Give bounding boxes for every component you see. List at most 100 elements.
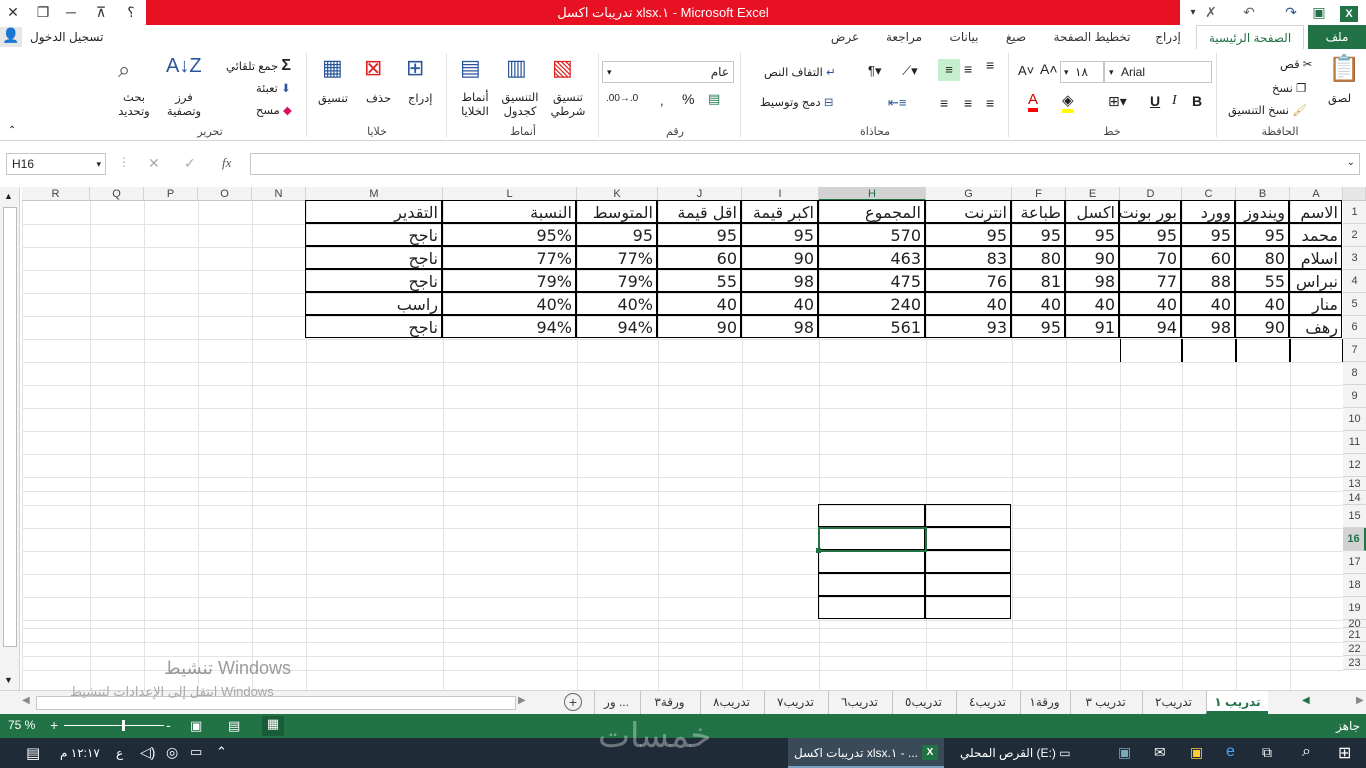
bordered-cell[interactable] xyxy=(925,550,1011,573)
table-cell[interactable]: ناجح xyxy=(305,223,442,246)
row-header[interactable]: 5 xyxy=(1343,293,1366,316)
bordered-cell[interactable] xyxy=(1290,339,1343,362)
table-cell[interactable]: 98 xyxy=(1065,269,1119,292)
row-header[interactable]: 21 xyxy=(1343,628,1366,642)
sheet-tab[interactable]: تدريب٨ xyxy=(700,691,762,714)
table-cell[interactable]: 81 xyxy=(1011,269,1065,292)
align-left-icon[interactable]: ≡ xyxy=(986,95,994,111)
table-header-cell[interactable]: وورد xyxy=(1181,200,1235,223)
search-icon[interactable]: ⌕ xyxy=(1302,743,1311,761)
table-cell[interactable]: 40 xyxy=(1181,292,1235,315)
table-cell[interactable]: 70 xyxy=(1119,246,1181,269)
clock[interactable]: ١٢:١٧ م xyxy=(60,746,100,760)
align-right-icon[interactable]: ≡ xyxy=(940,95,948,111)
scroll-up-icon[interactable]: ▲ xyxy=(4,191,13,201)
table-cell[interactable]: 79% xyxy=(576,269,657,292)
redo-icon[interactable]: ↷ xyxy=(1278,0,1304,25)
start-icon[interactable]: ⊞ xyxy=(1338,743,1351,763)
table-cell[interactable]: 77% xyxy=(576,246,657,269)
table-cell[interactable]: 95 xyxy=(1011,315,1065,338)
row-header[interactable]: 3 xyxy=(1343,247,1366,270)
cell-styles-button[interactable]: أنماط الخلايا xyxy=(456,91,494,119)
row-header[interactable]: 1 xyxy=(1343,201,1366,224)
table-cell[interactable]: ناجح xyxy=(305,269,442,292)
copy-button[interactable]: نسخ ❐ xyxy=(1272,81,1306,95)
zoom-in-icon[interactable]: + xyxy=(50,717,58,733)
table-cell[interactable]: اسلام xyxy=(1289,246,1342,269)
fill-button[interactable]: تعبئة ⬇ xyxy=(256,81,291,95)
save-icon[interactable]: ▣ xyxy=(1306,0,1332,25)
edge-icon[interactable]: e xyxy=(1226,743,1235,761)
row-header[interactable]: 16 xyxy=(1343,528,1366,551)
table-header-cell[interactable]: المتوسط xyxy=(576,200,657,223)
row-header[interactable]: 4 xyxy=(1343,270,1366,293)
format-button[interactable]: تنسيق xyxy=(318,91,348,105)
table-cell[interactable]: 98 xyxy=(741,315,818,338)
table-header-cell[interactable]: طباعة xyxy=(1011,200,1065,223)
percent-style-icon[interactable]: % xyxy=(682,91,694,107)
table-cell[interactable]: 475 xyxy=(818,269,925,292)
align-bottom-icon[interactable]: ≡ xyxy=(986,57,994,73)
show-hidden-icon[interactable]: ⌃ xyxy=(216,744,227,760)
decrease-font-icon[interactable]: A˅ xyxy=(1018,63,1034,78)
currency-icon[interactable]: ▤ xyxy=(708,91,720,107)
align-top-icon[interactable]: ≡ xyxy=(964,61,972,77)
column-header[interactable]: P xyxy=(144,187,198,201)
clear-icon[interactable]: ✗ xyxy=(1198,0,1224,25)
table-cell[interactable]: 570 xyxy=(818,223,925,246)
zoom-level[interactable]: 75 % xyxy=(8,718,35,732)
table-cell[interactable]: 95 xyxy=(1119,223,1181,246)
help-button[interactable]: ؟ xyxy=(118,0,144,25)
row-header[interactable]: 17 xyxy=(1343,551,1366,574)
sheet-tab[interactable]: تدريب٤ xyxy=(956,691,1018,714)
row-header[interactable]: 12 xyxy=(1343,454,1366,477)
sheet-tab[interactable]: ور ... xyxy=(594,691,638,714)
table-cell[interactable]: 463 xyxy=(818,246,925,269)
table-cell[interactable]: 40 xyxy=(925,292,1011,315)
ribbon-options-icon[interactable]: ⊼ xyxy=(88,0,114,25)
table-cell[interactable]: 90 xyxy=(741,246,818,269)
decimal-decrease-icon[interactable]: .00→.0 xyxy=(606,93,638,104)
row-header[interactable]: 9 xyxy=(1343,385,1366,408)
worksheet-grid[interactable]: ▲ ▼ A B C D E F G H I J K L M N O P Q R 1 2 3 4 5 6 7 8 9 10 11 12 13 1… xyxy=(0,187,1366,690)
table-cell[interactable]: 77% xyxy=(442,246,576,269)
table-cell[interactable]: 240 xyxy=(818,292,925,315)
insert-function-button[interactable]: fx xyxy=(222,155,231,171)
store-icon[interactable]: ▣ xyxy=(1190,744,1203,761)
column-header[interactable]: O xyxy=(198,187,252,201)
column-header[interactable]: R xyxy=(22,187,90,201)
table-cell[interactable]: 95 xyxy=(925,223,1011,246)
column-header[interactable]: A xyxy=(1290,187,1343,201)
tab-review[interactable]: مراجعة xyxy=(876,25,932,49)
vertical-scrollbar[interactable]: ▲ ▼ xyxy=(0,187,20,690)
table-cell[interactable]: 40 xyxy=(741,292,818,315)
row-header[interactable]: 22 xyxy=(1343,642,1366,656)
sheet-tab[interactable]: تدريب ٣ xyxy=(1070,691,1140,714)
increase-indent-icon[interactable]: ⇤≡ xyxy=(888,95,906,111)
table-cell[interactable]: رهف xyxy=(1289,315,1342,338)
borders-icon[interactable]: ⊞▾ xyxy=(1108,93,1127,110)
close-icon[interactable]: ✕ xyxy=(0,0,26,25)
bold-button[interactable]: B xyxy=(1192,93,1202,109)
increase-font-icon[interactable]: A˄ xyxy=(1040,61,1058,77)
tab-formulas[interactable]: صيغ xyxy=(996,25,1036,49)
sheet-tab-active[interactable]: تدريب ١ xyxy=(1206,691,1268,714)
sheet-tab[interactable]: تدريب٧ xyxy=(764,691,826,714)
table-cell[interactable]: 90 xyxy=(1065,246,1119,269)
column-header[interactable]: K xyxy=(577,187,658,201)
merge-center-button[interactable]: دمج وتوسيط ⊟ xyxy=(760,95,833,109)
table-cell[interactable]: 40% xyxy=(576,292,657,315)
column-header[interactable]: B xyxy=(1236,187,1290,201)
format-painter-button[interactable]: نسخ التنسيق 🖌 xyxy=(1228,103,1307,117)
table-header-cell[interactable]: اكسل xyxy=(1065,200,1119,223)
table-cell[interactable]: نبراس xyxy=(1289,269,1342,292)
autosum-button[interactable]: جمع تلقائي Σ xyxy=(226,57,291,75)
fill-handle[interactable] xyxy=(816,548,821,553)
table-cell[interactable]: 80 xyxy=(1011,246,1065,269)
row-header[interactable]: 11 xyxy=(1343,431,1366,454)
bordered-cell[interactable] xyxy=(818,596,925,619)
table-cell[interactable]: 94 xyxy=(1119,315,1181,338)
text-direction-icon[interactable]: ¶▾ xyxy=(868,63,882,79)
underline-button[interactable]: U xyxy=(1150,93,1160,109)
page-layout-view-icon[interactable]: ▤ xyxy=(228,718,240,734)
